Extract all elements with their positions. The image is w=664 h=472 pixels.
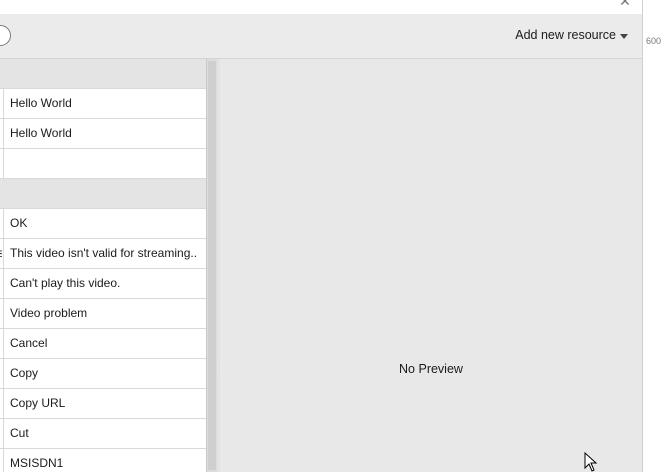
row-key-cell[interactable] [0, 419, 2, 448]
row-value-cell[interactable]: Cancel [3, 329, 197, 358]
table-group-header[interactable] [0, 59, 206, 89]
no-preview-text: No Preview [399, 362, 463, 376]
close-icon[interactable]: ✕ [617, 0, 633, 9]
row-key-cell[interactable] [0, 269, 2, 298]
chevron-down-icon [620, 33, 628, 39]
add-new-resource-label: Add new resource [515, 28, 616, 42]
row-key-cell[interactable] [0, 149, 2, 178]
row-value-cell[interactable]: Copy [3, 359, 197, 388]
row-value-cell[interactable]: Can't play this video. [3, 269, 197, 298]
search-toggle-icon[interactable] [0, 25, 11, 46]
table-scrollbar[interactable] [206, 59, 217, 472]
add-new-resource-button[interactable]: Add new resource [515, 28, 628, 42]
table-row[interactable]: Copy [0, 359, 206, 389]
row-value-cell[interactable]: Hello World [3, 119, 197, 148]
table-row[interactable]: Hello World [0, 89, 206, 119]
row-key-cell[interactable] [0, 89, 2, 118]
toolbar: Add new resource [0, 14, 642, 59]
table-row[interactable]: Cut [0, 419, 206, 449]
table-row[interactable]: Can't play this video. [0, 269, 206, 299]
row-value-cell[interactable]: This video isn't valid for streaming... [3, 239, 197, 268]
mouse-cursor-icon [584, 452, 598, 472]
table-row[interactable]: sThis video isn't valid for streaming... [0, 239, 206, 269]
table-row[interactable]: MSISDN1 [0, 449, 206, 472]
row-value-cell[interactable]: Copy URL [3, 389, 197, 418]
row-key-cell[interactable]: s [0, 239, 2, 268]
table-row[interactable]: Video problem [0, 299, 206, 329]
row-value-cell[interactable]: Hello World [3, 89, 197, 118]
table-row[interactable]: OK [0, 209, 206, 239]
table-row[interactable]: Cancel [0, 329, 206, 359]
row-value-cell[interactable]: Cut [3, 419, 197, 448]
resource-table: Hello WorldHello World OKsThis video isn'… [0, 59, 206, 472]
row-key-cell[interactable] [0, 329, 2, 358]
table-group-header[interactable] [0, 179, 206, 209]
scrollbar-thumb[interactable] [208, 61, 216, 470]
row-value-cell[interactable]: MSISDN1 [3, 449, 197, 472]
table-row[interactable] [0, 149, 206, 179]
row-key-cell[interactable] [0, 209, 2, 238]
ruler-tick-label: 600 [646, 36, 662, 46]
title-bar: ✕ [0, 0, 642, 14]
table-row[interactable]: Hello World [0, 119, 206, 149]
row-key-cell[interactable] [0, 119, 2, 148]
designer-ruler [642, 0, 664, 472]
row-value-cell[interactable]: OK [3, 209, 197, 238]
row-value-cell[interactable]: Video problem [3, 299, 197, 328]
row-key-cell[interactable] [0, 449, 2, 472]
row-value-cell[interactable] [3, 149, 197, 178]
row-key-cell[interactable] [0, 299, 2, 328]
row-key-cell[interactable] [0, 389, 2, 418]
row-key-cell[interactable] [0, 359, 2, 388]
table-row[interactable]: Copy URL [0, 389, 206, 419]
preview-pane: No Preview [220, 59, 642, 472]
